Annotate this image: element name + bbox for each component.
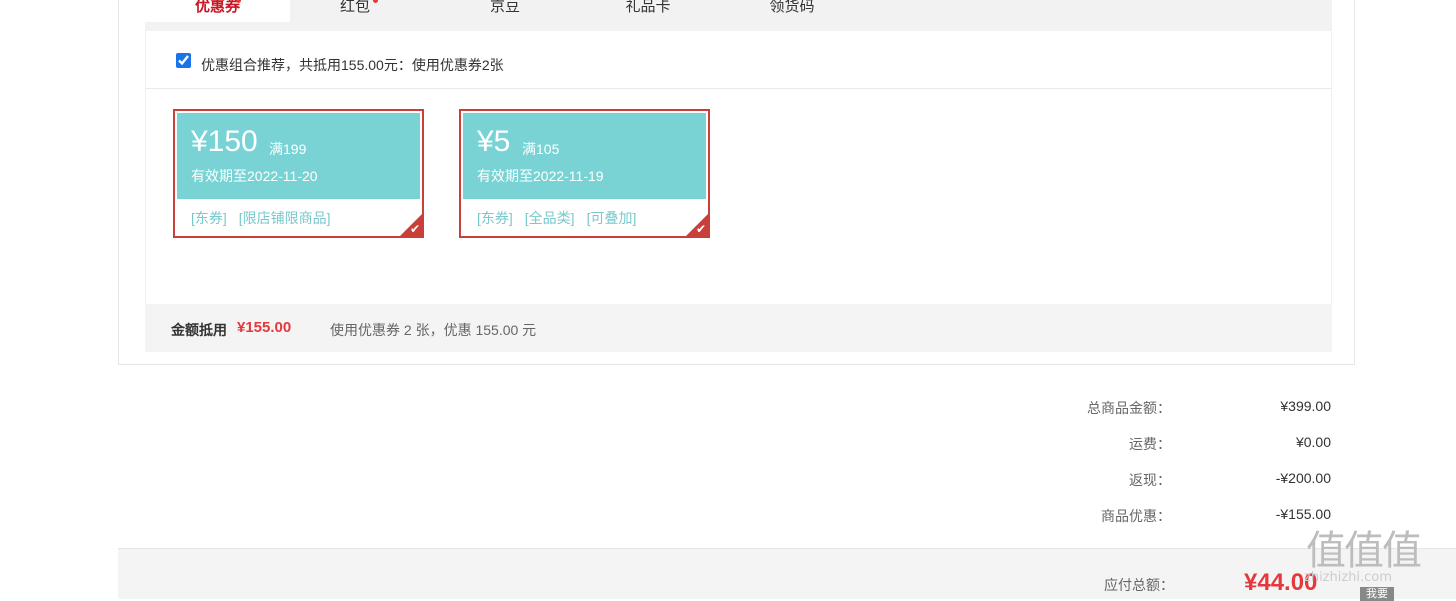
price-value: ¥0.00: [1295, 434, 1331, 450]
coupon-header: ¥5 满105 有效期至2022-11-19: [463, 113, 706, 199]
notification-dot: [236, 0, 241, 3]
combo-recommend-checkbox[interactable]: [176, 53, 191, 68]
discount-summary: 金额抵用 ¥155.00 使用优惠券 2 张，优惠 155.00 元: [145, 304, 1332, 352]
check-icon: ✔: [695, 222, 706, 236]
coupon-tags: [东券] [限店铺限商品]: [191, 208, 343, 228]
notification-dot: [373, 0, 378, 3]
tab-red-packet[interactable]: 红包: [290, 0, 420, 22]
coupon-tag: [限店铺限商品]: [238, 210, 331, 226]
coupon-validity: 有效期至2022-11-19: [477, 168, 604, 184]
tab-label: 京豆: [489, 0, 520, 15]
tab-gift-card[interactable]: 礼品卡: [583, 0, 713, 22]
shipping-row: 运费： ¥0.00: [1000, 434, 1331, 454]
summary-amount: ¥155.00: [237, 319, 292, 336]
tab-jingdou[interactable]: 京豆: [440, 0, 570, 22]
tab-pickup-code[interactable]: 领货码: [727, 0, 857, 22]
cashback-row: 返现： -¥200.00: [1000, 470, 1331, 490]
price-value: ¥399.00: [1280, 398, 1331, 414]
price-label: 商品优惠：: [1101, 508, 1171, 524]
tab-label: 优惠券: [194, 0, 240, 15]
coupon-card[interactable]: ¥5 满105 有效期至2022-11-19 [东券] [全品类] [可叠加] ✔: [459, 109, 710, 238]
coupon-tags: [东券] [全品类] [可叠加]: [477, 208, 648, 228]
total-goods-row: 总商品金额： ¥399.00: [1000, 398, 1331, 418]
watermark-logo: 值值值: [1306, 528, 1422, 574]
payable-bar: 应付总额： ¥44.00: [118, 548, 1456, 599]
tab-label: 红包: [339, 0, 370, 15]
price-label: 总商品金额：: [1087, 400, 1171, 416]
payable-label: 应付总额：: [1104, 577, 1174, 593]
summary-description: 使用优惠券 2 张，优惠 155.00 元: [330, 322, 537, 338]
tab-label: 礼品卡: [625, 0, 671, 15]
price-label: 运费：: [1129, 436, 1171, 452]
tabs-bar: 优惠券 红包 京豆 礼品卡 领货码: [145, 0, 1332, 31]
coupon-tag: [东券]: [477, 210, 513, 226]
price-label: 返现：: [1129, 472, 1171, 488]
goods-discount-row: 商品优惠： -¥155.00: [1000, 506, 1331, 526]
combo-recommend-text: 优惠组合推荐，共抵用155.00元：使用优惠券2张: [201, 57, 504, 73]
tab-coupons[interactable]: 优惠券: [145, 0, 290, 22]
coupon-tag: [可叠加]: [586, 210, 637, 226]
summary-label: 金额抵用: [171, 322, 227, 338]
coupon-validity: 有效期至2022-11-20: [191, 168, 318, 184]
coupon-threshold: 满199: [269, 141, 307, 157]
coupon-tag: [全品类]: [524, 210, 575, 226]
coupon-amount: ¥5: [477, 125, 511, 158]
price-value: -¥200.00: [1275, 470, 1331, 486]
check-icon: ✔: [409, 222, 420, 236]
coupon-card[interactable]: ¥150 满199 有效期至2022-11-20 [东券] [限店铺限商品] ✔: [173, 109, 424, 238]
combo-recommend-row: 优惠组合推荐，共抵用155.00元：使用优惠券2张: [145, 31, 1332, 89]
coupon-threshold: 满105: [522, 141, 560, 157]
site-watermark: 值值值 zhizhizhi.com 我要: [1300, 518, 1456, 601]
coupon-tag: [东券]: [191, 210, 227, 226]
coupon-list: ¥150 满199 有效期至2022-11-20 [东券] [限店铺限商品] ✔ …: [145, 89, 1332, 304]
coupon-amount: ¥150: [191, 125, 258, 158]
tab-label: 领货码: [769, 0, 815, 15]
watermark-url: zhizhizhi.com: [1304, 570, 1392, 585]
coupon-header: ¥150 满199 有效期至2022-11-20: [177, 113, 420, 199]
